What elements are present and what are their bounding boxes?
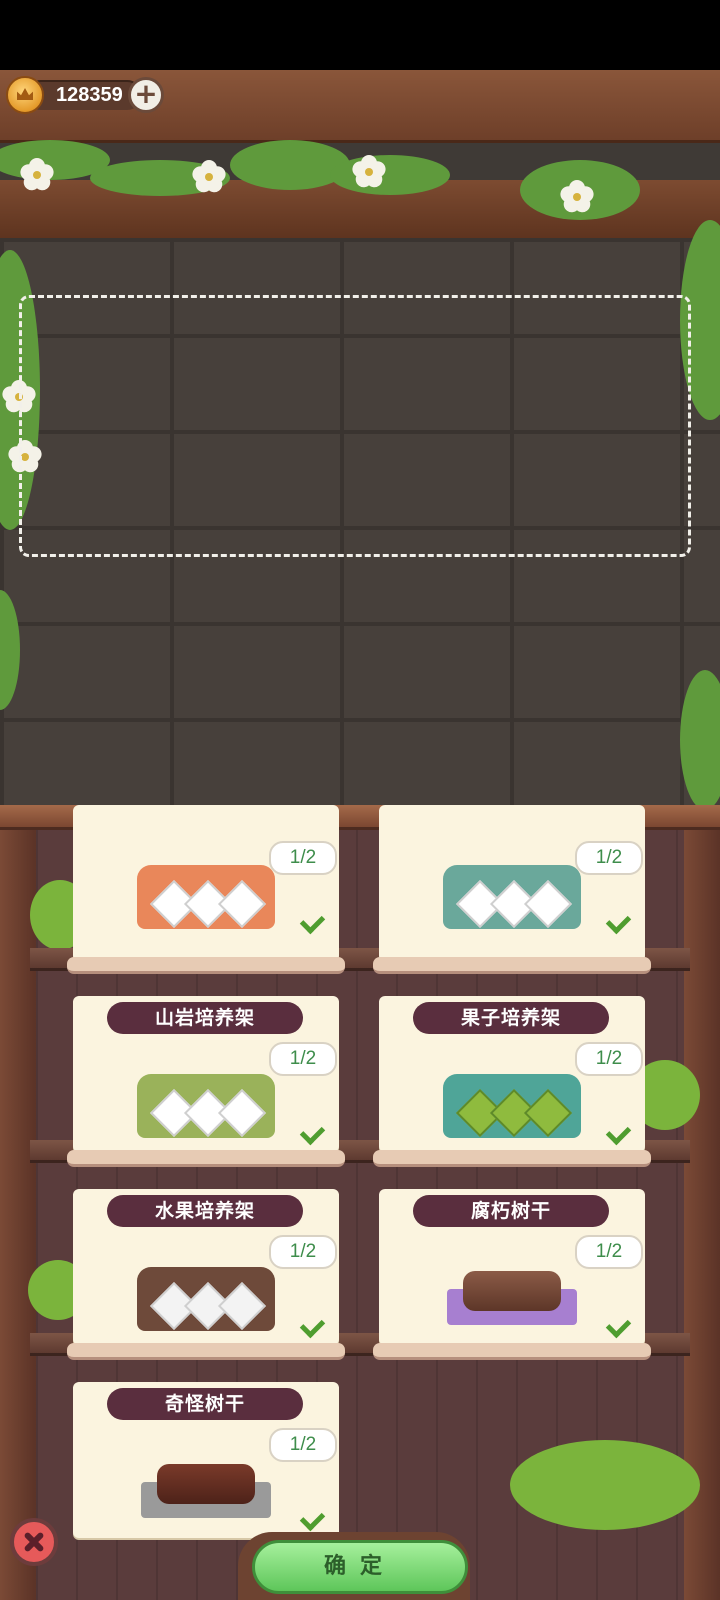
check-icon	[301, 1122, 327, 1142]
coin-amount: 128359	[56, 84, 123, 106]
item-card[interactable]: 腐朽树干 1/2	[379, 1189, 645, 1345]
shelf-post-left	[0, 820, 36, 1600]
item-count: 1/2	[269, 1235, 337, 1269]
item-title: 果子培养架	[413, 1002, 609, 1034]
check-icon	[301, 1315, 327, 1335]
item-card[interactable]: 水果培养架 1/2	[73, 1189, 339, 1345]
item-count: 1/2	[575, 841, 643, 875]
add-coins-button[interactable]: +	[128, 77, 164, 113]
flower-icon	[190, 160, 228, 196]
plus-icon: +	[134, 77, 158, 110]
check-icon	[607, 911, 633, 931]
item-card[interactable]: 1/2	[73, 805, 339, 961]
flower-icon	[18, 158, 56, 194]
vine-rack-icon	[443, 1074, 581, 1138]
item-title: 山岩培养架	[107, 1002, 303, 1034]
fruit-rack-icon	[137, 1267, 275, 1331]
item-title: 水果培养架	[107, 1195, 303, 1227]
item-count: 1/2	[269, 841, 337, 875]
item-card[interactable]: 山岩培养架 1/2	[73, 996, 339, 1152]
close-button[interactable]	[10, 1518, 58, 1566]
item-count: 1/2	[575, 1042, 643, 1076]
item-title: 奇怪树干	[107, 1388, 303, 1420]
confirm-button[interactable]: 确定	[252, 1540, 468, 1594]
item-count: 1/2	[269, 1042, 337, 1076]
orange-rack-icon	[137, 865, 275, 929]
coin-counter: 128359 +	[6, 76, 164, 114]
flower-icon	[558, 180, 596, 216]
check-icon	[301, 1508, 327, 1528]
log-icon	[463, 1271, 561, 1311]
teal-rack-icon	[443, 865, 581, 929]
placement-area[interactable]	[19, 295, 691, 557]
check-icon	[607, 1122, 633, 1142]
crown-coin-icon	[6, 76, 44, 114]
item-card[interactable]: 1/2	[379, 805, 645, 961]
log-icon	[157, 1464, 255, 1504]
item-count: 1/2	[269, 1428, 337, 1462]
check-icon	[607, 1315, 633, 1335]
green-rack-icon	[137, 1074, 275, 1138]
item-card[interactable]: 果子培养架 1/2	[379, 996, 645, 1152]
item-title: 腐朽树干	[413, 1195, 609, 1227]
flower-icon	[350, 155, 388, 191]
item-card[interactable]: 奇怪树干 1/2	[73, 1382, 339, 1538]
item-count: 1/2	[575, 1235, 643, 1269]
status-bar	[0, 0, 720, 70]
check-icon	[301, 911, 327, 931]
